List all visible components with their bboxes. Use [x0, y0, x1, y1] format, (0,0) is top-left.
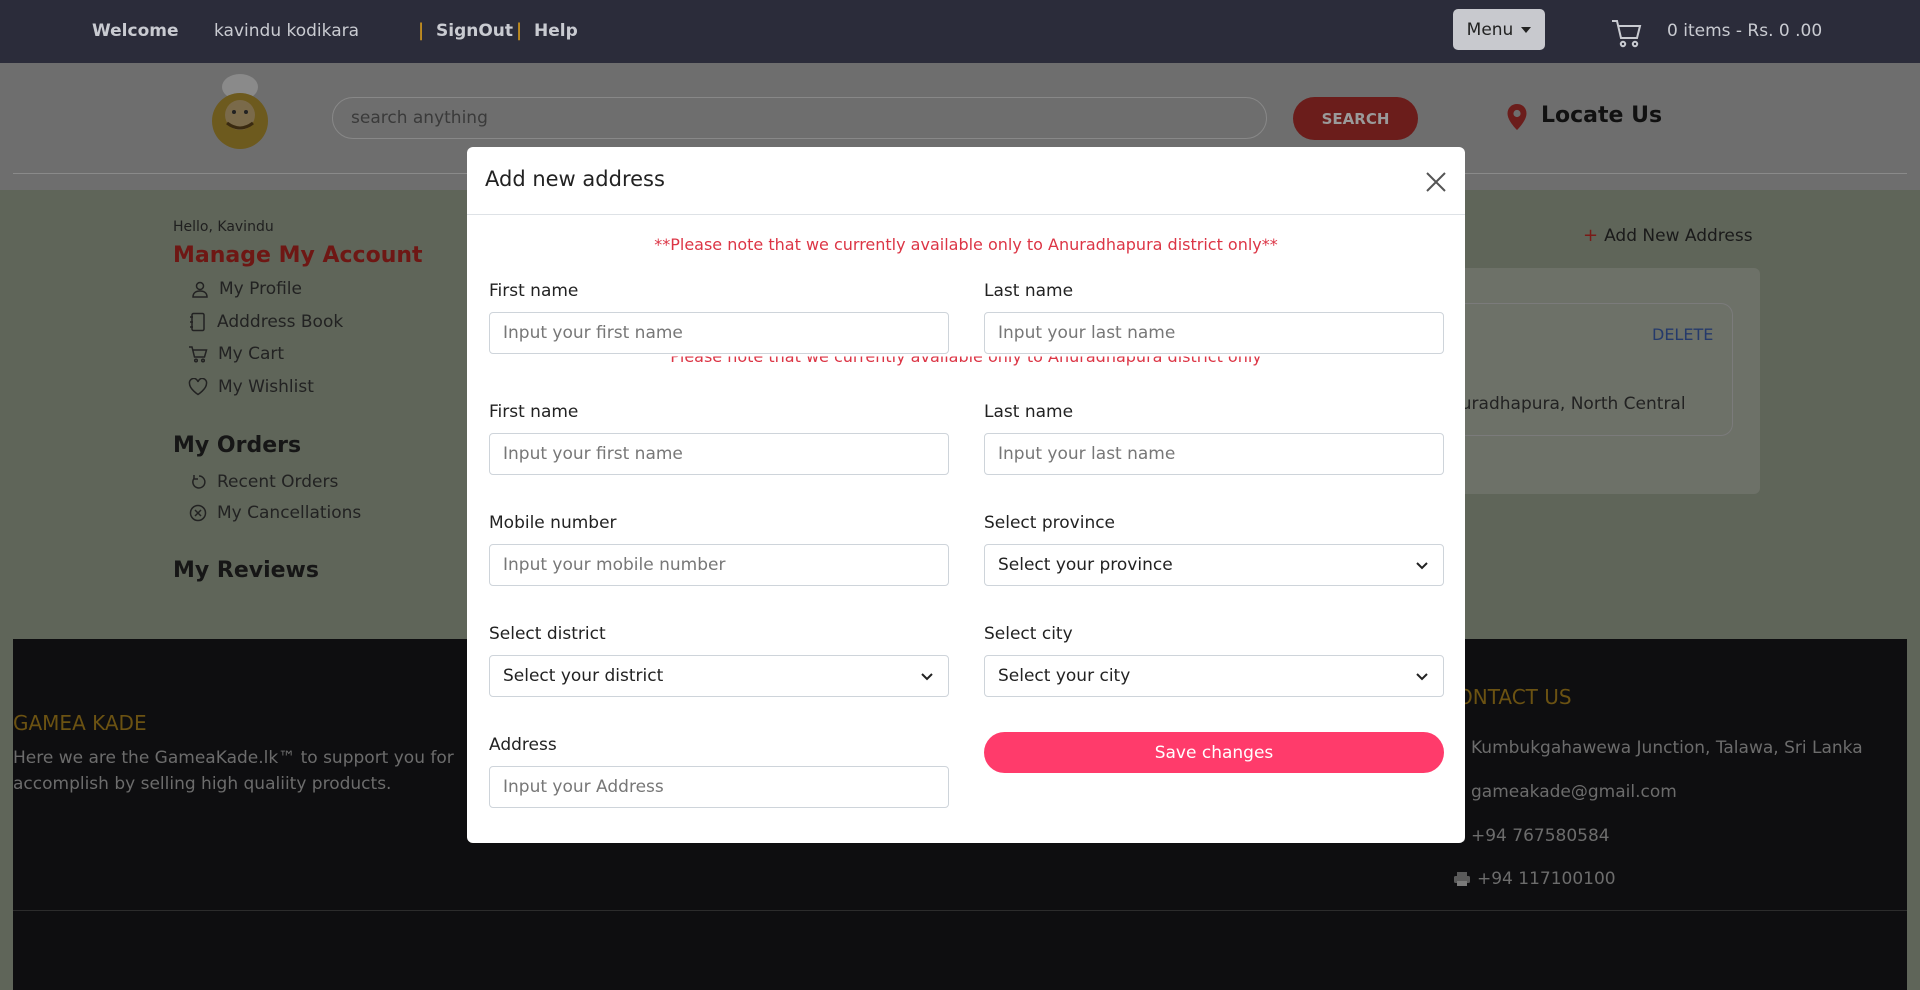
- address-card: [1450, 303, 1733, 436]
- cart-summary[interactable]: 0 items - Rs. 0 .00: [1667, 21, 1822, 41]
- city-value: Select your city: [998, 666, 1131, 686]
- first-name-input[interactable]: Input your first name: [489, 312, 949, 354]
- cancel-circle-icon: [189, 504, 207, 522]
- first-name-label: First name: [489, 402, 579, 422]
- sidebar-item-profile[interactable]: My Profile: [191, 279, 302, 299]
- sidebar-item-cart[interactable]: My Cart: [188, 344, 284, 364]
- contact-heading: ONTACT US: [1457, 685, 1572, 709]
- greeting: Hello, Kavindu: [173, 219, 274, 235]
- address-input[interactable]: Input your Address: [489, 766, 949, 808]
- my-reviews-heading[interactable]: My Reviews: [173, 558, 319, 583]
- sidebar-item-label: My Cancellations: [217, 503, 362, 523]
- divider: |: [516, 20, 523, 41]
- welcome-label: Welcome: [92, 21, 179, 41]
- username-label: kavindu kodikara: [214, 21, 360, 41]
- sidebar-item-wishlist[interactable]: My Wishlist: [188, 377, 314, 397]
- menu-dropdown-button[interactable]: Menu: [1453, 9, 1545, 50]
- last-name-input[interactable]: Input your last name: [984, 433, 1444, 475]
- footer-tagline: Here we are the GameaKade.lk™ to support…: [13, 748, 454, 794]
- printer-icon: [1454, 872, 1470, 886]
- district-value: Select your district: [503, 666, 664, 686]
- manage-account-heading[interactable]: Manage My Account: [173, 243, 423, 268]
- add-new-address-link[interactable]: + Add New Address: [1583, 225, 1753, 246]
- last-name-label: Last name: [984, 281, 1074, 301]
- last-name-input[interactable]: Input your last name: [984, 312, 1444, 354]
- contact-email-text: gameakade@gmail.com: [1471, 782, 1677, 802]
- first-name-label: First name: [489, 281, 579, 301]
- history-icon: [192, 475, 206, 489]
- footer-brand: GAMEA KADE: [13, 711, 147, 735]
- page-gutter: [0, 639, 13, 990]
- close-icon[interactable]: [1425, 171, 1447, 193]
- availability-notice: **Please note that we currently availabl…: [654, 235, 1278, 254]
- sidebar-item-label: Recent Orders: [217, 472, 339, 492]
- contact-phone[interactable]: +94 767580584: [1453, 826, 1610, 846]
- book-icon: [190, 312, 205, 332]
- divider: |: [418, 20, 425, 41]
- chevron-down-icon: [1416, 562, 1428, 570]
- modal-header: Add new address: [467, 147, 1465, 215]
- contact-email[interactable]: gameakade@gmail.com: [1453, 782, 1677, 802]
- contact-address: Kumbukgahawewa Junction, Talawa, Sri Lan…: [1453, 738, 1863, 758]
- sidebar-item-cancellations[interactable]: My Cancellations: [189, 503, 361, 523]
- contact-fax: +94 117100100: [1453, 869, 1616, 889]
- heart-icon: [188, 378, 208, 396]
- add-address-label: Add New Address: [1604, 226, 1753, 246]
- chevron-down-icon: [1416, 673, 1428, 681]
- caret-down-icon: [1521, 26, 1532, 33]
- user-icon: [192, 281, 208, 298]
- mobile-label: Mobile number: [489, 513, 617, 533]
- contact-phone-text: +94 767580584: [1471, 826, 1610, 846]
- last-name-label: Last name: [984, 402, 1074, 422]
- address-label: Address: [489, 735, 557, 755]
- province-label: Select province: [984, 513, 1116, 533]
- contact-fax-text: +94 117100100: [1477, 869, 1616, 889]
- locate-us-link[interactable]: Locate Us: [1541, 103, 1662, 128]
- top-bar: Welcome kavindu kodikara | SignOut | Hel…: [0, 0, 1920, 63]
- district-label: Select district: [489, 624, 606, 644]
- modal-title: Add new address: [485, 167, 665, 191]
- city-label: Select city: [984, 624, 1073, 644]
- sidebar-item-recent-orders[interactable]: Recent Orders: [191, 472, 338, 492]
- first-name-input[interactable]: Input your first name: [489, 433, 949, 475]
- search-button[interactable]: SEARCH: [1293, 97, 1418, 140]
- plus-icon: +: [1583, 225, 1599, 246]
- sidebar-item-label: My Cart: [218, 344, 285, 364]
- contact-address-text: Kumbukgahawewa Junction, Talawa, Sri Lan…: [1471, 738, 1863, 758]
- mobile-input[interactable]: Input your mobile number: [489, 544, 949, 586]
- chevron-down-icon: [921, 673, 933, 681]
- delete-address-link[interactable]: DELETE: [1652, 325, 1713, 344]
- page-gutter: [1907, 639, 1920, 990]
- my-orders-heading[interactable]: My Orders: [173, 433, 301, 458]
- province-select[interactable]: Select your province: [984, 544, 1444, 586]
- signout-link[interactable]: SignOut: [436, 21, 513, 41]
- city-select[interactable]: Select your city: [984, 655, 1444, 697]
- menu-label: Menu: [1466, 19, 1514, 40]
- location-pin-icon[interactable]: [1506, 103, 1528, 135]
- sidebar-item-label: Adddress Book: [217, 312, 344, 332]
- address-text: nuradhapura, North Central: [1450, 394, 1686, 414]
- search-input[interactable]: search anything: [332, 97, 1267, 139]
- cart-icon: [189, 346, 208, 363]
- sidebar-item-label: My Profile: [219, 279, 302, 299]
- sidebar-item-address-book[interactable]: Adddress Book: [189, 312, 343, 332]
- province-value: Select your province: [998, 555, 1173, 575]
- help-link[interactable]: Help: [534, 21, 578, 41]
- sidebar-item-label: My Wishlist: [218, 377, 314, 397]
- save-changes-button[interactable]: Save changes: [984, 732, 1444, 773]
- site-logo[interactable]: [205, 71, 275, 153]
- add-address-modal: Add new address **Please note that we cu…: [467, 147, 1465, 843]
- cart-icon[interactable]: [1610, 18, 1644, 52]
- district-select[interactable]: Select your district: [489, 655, 949, 697]
- footer-divider: [13, 910, 1907, 911]
